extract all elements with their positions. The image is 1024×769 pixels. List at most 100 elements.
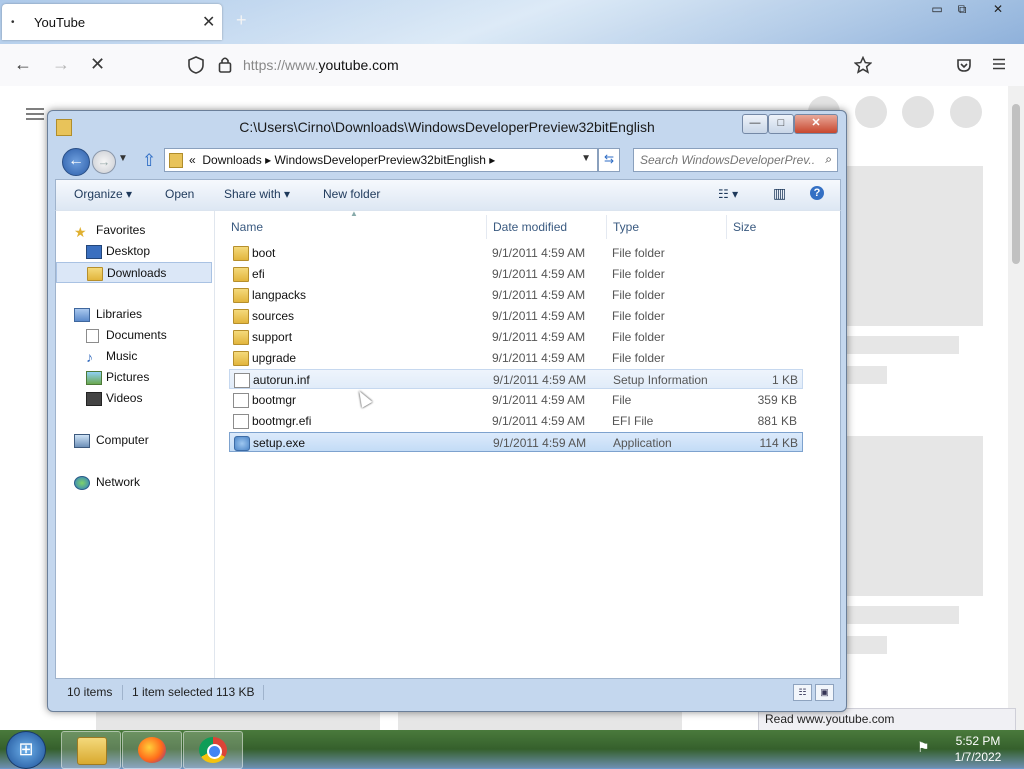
tracking-protection-shield-icon[interactable] [188,56,204,74]
refresh-button[interactable]: ⇆ [598,148,620,172]
start-button[interactable]: ⊞ [6,731,46,769]
action-center-flag-icon[interactable]: ⚑ [917,739,930,756]
column-header-date-modified[interactable]: Date modified [487,215,607,239]
explorer-minimize-button[interactable]: — [742,114,768,134]
breadcrumb-downloads[interactable]: Downloads [202,153,261,167]
browser-close-button[interactable]: ✕ [983,0,1013,20]
breadcrumb-separator-icon[interactable]: ▸ [489,153,495,167]
nav-pictures[interactable]: Pictures [56,367,212,388]
nav-downloads[interactable]: Downloads [56,262,212,283]
youtube-guide-menu-icon[interactable] [26,107,44,121]
music-icon: ♪ [86,349,93,365]
file-date-modified: 9/1/2011 4:59 AM [492,267,586,281]
tab-youtube[interactable]: • YouTube ✕ [2,4,222,40]
search-icon[interactable]: ⌕ [825,152,832,167]
search-input[interactable] [638,151,817,169]
file-row[interactable]: efi 9/1/2011 4:59 AM File folder [229,264,803,284]
details-status-bar: 10 items 1 item selected 113 KB ☷ ▣ [55,678,839,706]
breadcrumb-overflow[interactable]: « [189,153,196,167]
browser-restore-button[interactable]: ⧉ [947,0,977,20]
nav-videos[interactable]: Videos [56,388,212,409]
nav-computer[interactable]: Computer [56,430,212,451]
column-header-name[interactable]: Name [225,215,487,239]
column-header-size[interactable]: Size [727,215,807,239]
bookmark-star-icon[interactable] [854,56,872,74]
folder-icon [169,153,183,168]
share-with-menu[interactable]: Share with ▾ [224,187,290,201]
file-row[interactable]: upgrade 9/1/2011 4:59 AM File folder [229,348,803,368]
nav-network[interactable]: Network [56,472,212,493]
page-scrollbar[interactable] [1008,86,1024,730]
new-folder-button[interactable]: New folder [323,187,380,201]
clock-time: 5:52 PM [955,734,1001,748]
taskbar-explorer-button[interactable] [61,731,121,769]
padlock-icon[interactable] [218,56,232,73]
scrollbar-thumb[interactable] [1012,104,1020,264]
search-box[interactable]: ⌕ [633,148,838,172]
stop-button[interactable]: ✕ [90,54,105,75]
breadcrumb-separator-icon[interactable]: ▸ [265,153,271,167]
tab-close-icon[interactable]: ✕ [202,12,215,32]
file-date-modified: 9/1/2011 4:59 AM [492,393,586,407]
explorer-title-bar[interactable]: C:\Users\Cirno\Downloads\WindowsDevelope… [48,111,846,145]
forward-button[interactable]: → [92,150,116,174]
recent-pages-chevron-icon[interactable]: ▼ [118,153,128,164]
preview-pane-button[interactable]: ▥ [773,185,786,202]
file-row[interactable]: autorun.inf 9/1/2011 4:59 AM Setup Informa… [229,369,803,389]
taskbar-firefox-button[interactable] [122,731,182,769]
explorer-close-button[interactable]: ✕ [794,114,838,134]
hamburger-menu-icon[interactable] [992,58,1006,70]
file-row[interactable]: bootmgr.efi 9/1/2011 4:59 AM EFI File 881 K… [229,411,803,431]
address-dropdown-icon[interactable]: ▼ [581,153,591,164]
back-button[interactable]: ← [14,54,32,75]
file-row[interactable]: langpacks 9/1/2011 4:59 AM File folder [229,285,803,305]
organize-menu[interactable]: Organize ▾ [74,187,132,201]
file-row[interactable]: setup.exe 9/1/2011 4:59 AM Application 114 … [229,432,803,452]
large-icons-view-icon[interactable]: ▣ [815,684,834,701]
details-view-icon[interactable]: ☷ [793,684,812,701]
column-header-type[interactable]: Type [607,215,727,239]
file-row[interactable]: support 9/1/2011 4:59 AM File folder [229,327,803,347]
help-button[interactable]: ? [810,186,824,200]
new-tab-button[interactable]: + [236,10,247,31]
forward-button[interactable]: → [52,54,70,75]
explorer-navigation-bar: ← → ▼ ⇧ « Downloads ▸ WindowsDeveloperPr… [48,145,846,176]
file-date-modified: 9/1/2011 4:59 AM [492,309,586,323]
breadcrumb-current-folder[interactable]: WindowsDeveloperPreview32bitEnglish [274,153,485,167]
file-date-modified: 9/1/2011 4:59 AM [493,436,587,450]
file-type: File [612,393,632,407]
nav-desktop[interactable]: Desktop [56,241,212,262]
file-type: File folder [612,309,665,323]
address-bar[interactable]: « Downloads ▸ WindowsDeveloperPreview32b… [164,148,598,172]
documents-icon [86,329,99,343]
change-view-menu[interactable]: ☷ ▾ [718,187,738,201]
explorer-maximize-button[interactable]: □ [768,114,794,134]
pocket-icon[interactable] [956,57,972,73]
back-button[interactable]: ← [62,148,90,176]
system-clock[interactable]: 5:52 PM 1/7/2022 [938,733,1018,765]
nav-documents[interactable]: Documents [56,325,212,346]
placeholder-thumbnail [847,436,983,596]
nav-favorites[interactable]: ★ Favorites [56,220,212,241]
clock-date: 1/7/2022 [954,750,1002,764]
taskbar-chrome-button[interactable] [183,731,243,769]
up-arrow-icon[interactable]: ⇧ [142,151,156,171]
star-icon: ★ [74,224,87,240]
open-button[interactable]: Open [165,187,194,201]
file-row[interactable]: sources 9/1/2011 4:59 AM File folder [229,306,803,326]
file-name: bootmgr.efi [252,414,312,428]
file-row[interactable]: boot 9/1/2011 4:59 AM File folder [229,243,803,263]
pictures-icon [86,371,102,385]
placeholder-text [847,606,959,624]
file-row[interactable]: bootmgr 9/1/2011 4:59 AM File 359 KB [229,390,803,410]
url-bar[interactable]: https://www.youtube.com [243,57,399,73]
placeholder-circle [902,96,934,128]
explorer-body: ★ Favorites Desktop Downloads Libraries … [55,209,841,679]
file-date-modified: 9/1/2011 4:59 AM [492,330,586,344]
window-title: C:\Users\Cirno\Downloads\WindowsDevelope… [239,119,655,135]
file-name: support [252,330,293,344]
nav-libraries[interactable]: Libraries [56,304,212,325]
nav-music[interactable]: ♪ Music [56,346,212,367]
file-icon [233,393,249,408]
file-type: EFI File [612,414,654,428]
